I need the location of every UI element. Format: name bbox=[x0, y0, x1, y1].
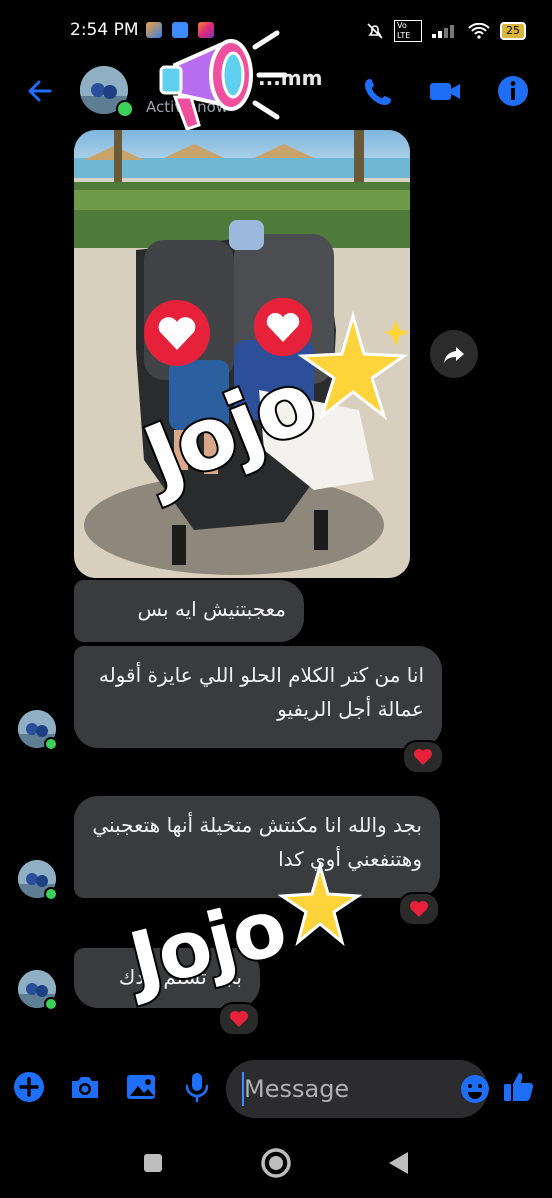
message-bubble[interactable]: بجد والله انا مكنتش متخيلة أنها هتعجبني … bbox=[74, 796, 440, 898]
back-arrow-icon[interactable] bbox=[24, 75, 56, 107]
signal-icon bbox=[432, 25, 454, 38]
share-arrow-icon bbox=[444, 347, 464, 363]
status-time: 2:54 PM bbox=[70, 20, 139, 40]
microphone-icon[interactable] bbox=[180, 1070, 214, 1104]
recents-button-icon[interactable] bbox=[142, 1152, 164, 1174]
volte-badge: Vo LTE bbox=[394, 20, 422, 42]
video-call-icon[interactable] bbox=[428, 74, 462, 108]
online-indicator bbox=[44, 997, 58, 1011]
emoji-icon[interactable] bbox=[460, 1074, 490, 1104]
info-icon[interactable] bbox=[496, 74, 530, 108]
heart-reaction[interactable] bbox=[398, 892, 440, 926]
plus-icon[interactable] bbox=[12, 1070, 46, 1104]
heart-reaction[interactable] bbox=[218, 1002, 260, 1036]
system-nav-bar bbox=[0, 1130, 552, 1198]
message-text: معجبتنيش ايه بس bbox=[137, 597, 286, 621]
sparkle-star-icon bbox=[278, 862, 362, 946]
back-button-icon[interactable] bbox=[386, 1150, 410, 1176]
shared-photo[interactable]: Jojo bbox=[74, 130, 410, 578]
call-icon[interactable] bbox=[362, 74, 396, 108]
share-button[interactable] bbox=[430, 330, 478, 378]
online-indicator bbox=[44, 887, 58, 901]
battery-indicator: 25 bbox=[500, 22, 526, 40]
jojo-watermark: Jojo bbox=[119, 881, 295, 1010]
heart-sticker-icon bbox=[144, 300, 210, 366]
heart-icon bbox=[410, 901, 428, 917]
heart-icon bbox=[230, 1011, 248, 1027]
message-bubble[interactable]: معجبتنيش ايه بس bbox=[74, 580, 304, 642]
text-caret bbox=[242, 1072, 244, 1106]
message-text: بجد والله انا مكنتش متخيلة أنها هتعجبني … bbox=[92, 813, 422, 871]
mute-icon bbox=[367, 23, 383, 39]
online-indicator bbox=[44, 737, 58, 751]
home-button-icon[interactable] bbox=[260, 1147, 292, 1179]
message-bubble[interactable]: انا من كتر الكلام الحلو اللي عايزة أقوله… bbox=[74, 646, 442, 748]
heart-icon bbox=[414, 749, 432, 765]
camera-icon[interactable] bbox=[68, 1070, 102, 1104]
wifi-icon bbox=[468, 23, 490, 39]
status-right-group: Vo LTE 25 bbox=[366, 20, 526, 42]
message-text: انا من كتر الكلام الحلو اللي عايزة أقوله… bbox=[98, 663, 424, 721]
megaphone-sticker-icon bbox=[159, 30, 288, 131]
gallery-icon[interactable] bbox=[124, 1070, 158, 1104]
message-input[interactable] bbox=[226, 1060, 488, 1118]
thumbs-up-icon[interactable] bbox=[502, 1070, 536, 1104]
online-indicator bbox=[116, 100, 134, 118]
heart-reaction[interactable] bbox=[402, 740, 444, 774]
